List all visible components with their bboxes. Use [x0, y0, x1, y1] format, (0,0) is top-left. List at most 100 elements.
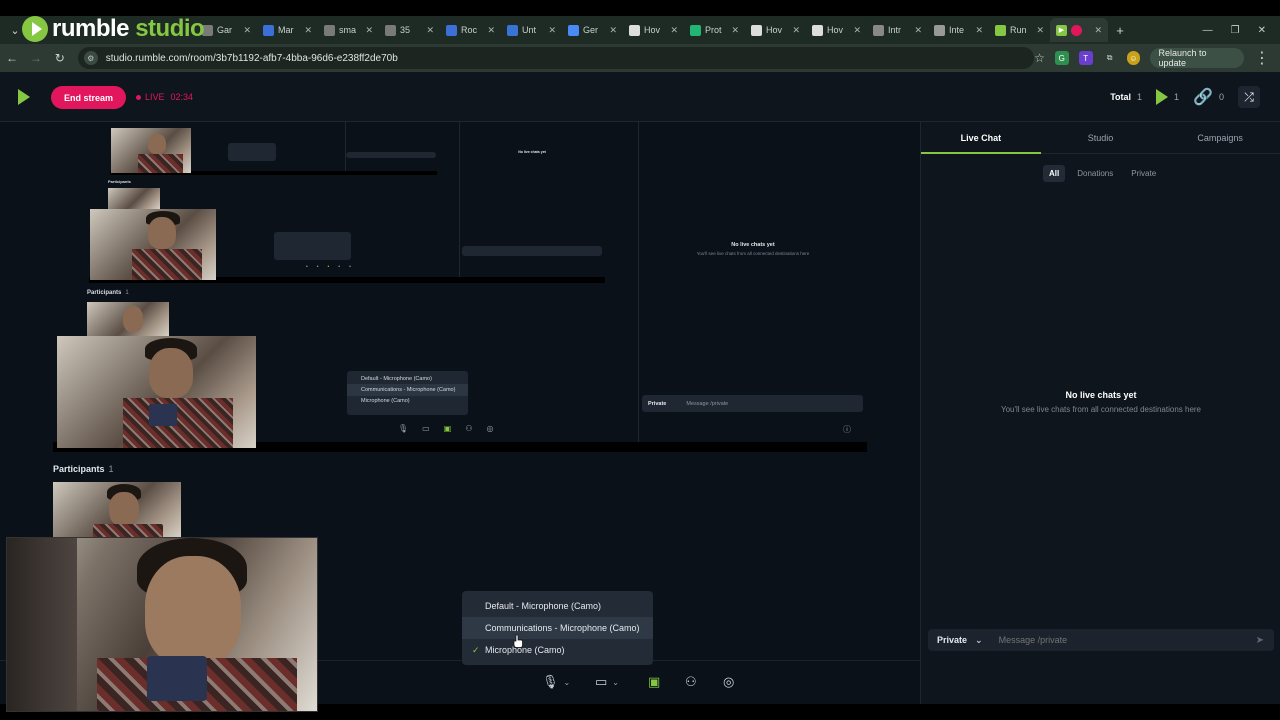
tab-close-icon[interactable]: ✕: [670, 25, 678, 36]
minimize-icon[interactable]: —: [1203, 25, 1213, 36]
browser-tab[interactable]: Mar ✕: [257, 18, 318, 42]
filter-all[interactable]: All: [1043, 165, 1066, 182]
browser-tab[interactable]: Gar ✕: [196, 18, 257, 42]
end-stream-button[interactable]: End stream: [51, 86, 126, 109]
tab-label: 35: [400, 25, 411, 35]
browser-tab[interactable]: Intr ✕: [867, 18, 928, 42]
logo-brand: rumble: [52, 15, 130, 42]
tab-close-icon[interactable]: ✕: [304, 25, 312, 36]
chat-target-select[interactable]: Private ⌄: [937, 635, 983, 646]
audio-settings-button[interactable]: ◎: [723, 674, 734, 690]
relaunch-button[interactable]: Relaunch to update: [1150, 48, 1244, 68]
device-option-default[interactable]: Default - Microphone (Camo): [462, 595, 653, 617]
live-timer: 02:34: [170, 92, 194, 102]
live-badge: LIVE 02:34: [136, 92, 193, 102]
tab-campaigns[interactable]: Campaigns: [1160, 122, 1280, 153]
browser-tab[interactable]: Ger ✕: [562, 18, 623, 42]
bookmark-star-icon[interactable]: ☆: [1034, 51, 1045, 65]
rumble-destinations[interactable]: 1: [1156, 89, 1179, 105]
participant-thumb[interactable]: [53, 482, 181, 538]
extensions-puzzle-icon[interactable]: ⧉: [1103, 51, 1117, 65]
browser-tab[interactable]: Hov ✕: [806, 18, 867, 42]
tab-close-icon[interactable]: ✕: [975, 25, 983, 36]
camera-icon: ▭: [595, 674, 608, 689]
tab-close-icon[interactable]: ✕: [1094, 25, 1102, 36]
mini-people-icon-3: ⚇: [465, 424, 473, 433]
microphone-control[interactable]: 🎙 ⌄: [542, 674, 570, 690]
rumble-count: 1: [1174, 92, 1180, 102]
shuffle-layout-icon[interactable]: ⤮: [1238, 86, 1260, 108]
device-option-camo-label: Microphone (Camo): [485, 645, 565, 655]
site-info-icon[interactable]: ⚙: [83, 51, 98, 65]
chevron-down-icon: ⌄: [975, 634, 983, 645]
grammarly-extension-icon[interactable]: G: [1054, 51, 1069, 65]
device-option-camo[interactable]: ✓ Microphone (Camo): [462, 639, 653, 661]
chevron-down-icon[interactable]: ⌄: [612, 678, 619, 687]
twitch-extension-icon[interactable]: T: [1078, 51, 1093, 65]
reload-icon[interactable]: ↻: [48, 51, 72, 65]
browser-tab[interactable]: 35 ✕: [379, 18, 440, 42]
stage-divider: [638, 122, 639, 452]
window-close-icon[interactable]: ✕: [1258, 25, 1266, 36]
browser-tab[interactable]: Hov ✕: [745, 18, 806, 42]
browser-tab[interactable]: Run ✕: [989, 18, 1050, 42]
tab-label: Run: [1010, 25, 1027, 35]
filter-donations[interactable]: Donations: [1071, 165, 1119, 182]
tab-label: Inte: [949, 25, 965, 35]
browser-menu-icon[interactable]: ⋮: [1254, 48, 1270, 68]
chevron-down-icon[interactable]: ⌄: [564, 678, 571, 687]
tab-close-icon[interactable]: ✕: [914, 25, 922, 36]
forward-icon[interactable]: →: [24, 51, 48, 65]
url-input[interactable]: ⚙ studio.rumble.com/room/3b7b1192-afb7-4…: [77, 47, 1035, 69]
chat-message-input[interactable]: [998, 635, 1219, 645]
tab-close-icon[interactable]: ✕: [487, 25, 495, 36]
tab-close-icon[interactable]: ✕: [243, 25, 251, 36]
link-destinations[interactable]: 🔗 0: [1193, 87, 1224, 107]
tab-close-icon[interactable]: ✕: [853, 25, 861, 36]
tab-close-icon[interactable]: ✕: [365, 25, 373, 36]
participants-label-3: Participants 1: [87, 290, 129, 296]
tab-live-chat[interactable]: Live Chat: [921, 122, 1041, 154]
chat-filters: All Donations Private: [1043, 165, 1162, 182]
chat-empty-state: No live chats yet You'll see live chats …: [921, 390, 1280, 414]
tab-close-icon[interactable]: ✕: [1036, 25, 1044, 36]
microphone-device-menu: Default - Microphone (Camo) Communicatio…: [462, 591, 653, 665]
screen-share-icon: ▣: [648, 674, 661, 689]
browser-tab[interactable]: Unt ✕: [501, 18, 562, 42]
studio-header: End stream LIVE 02:34 Total 1 1 🔗 0 ⤮: [0, 72, 1280, 122]
tab-close-icon[interactable]: ✕: [609, 25, 617, 36]
tab-label: Roc: [461, 25, 478, 35]
tab-studio[interactable]: Studio: [1041, 122, 1161, 153]
tab-favicon-icon: [263, 24, 274, 36]
browser-tab[interactable]: Inte ✕: [928, 18, 989, 42]
tab-label: Unt: [522, 25, 537, 35]
tab-close-icon[interactable]: ✕: [426, 25, 434, 36]
camera-control[interactable]: ▭ ⌄: [595, 674, 619, 690]
maximize-icon[interactable]: ❐: [1231, 25, 1240, 36]
back-icon[interactable]: ←: [0, 51, 24, 65]
link-count: 0: [1218, 92, 1224, 102]
live-dot-icon: [136, 94, 141, 100]
browser-tab[interactable]: Hov ✕: [623, 18, 684, 42]
tab-close-icon[interactable]: ✕: [548, 25, 556, 36]
tab-favicon-icon: [690, 24, 701, 36]
invite-guests-button[interactable]: ⚇: [685, 674, 697, 690]
browser-tab[interactable]: sma ✕: [318, 18, 379, 42]
profile-avatar[interactable]: ☺: [1126, 51, 1141, 65]
participants-label: Participants 1: [53, 464, 114, 474]
tab-label: sma: [339, 25, 357, 35]
check-icon: ✓: [472, 644, 480, 655]
address-bar-row: ← → ↻ ⚙ studio.rumble.com/room/3b7b1192-…: [0, 44, 1280, 72]
tab-close-icon[interactable]: ✕: [731, 25, 739, 36]
device-option-communications[interactable]: Communications - Microphone (Camo): [462, 617, 653, 639]
filter-private[interactable]: Private: [1125, 165, 1162, 182]
mini-private-3: Private: [648, 400, 667, 407]
new-tab-button[interactable]: +: [1108, 23, 1132, 38]
browser-tab[interactable]: Roc ✕: [440, 18, 501, 42]
tab-active-studio[interactable]: ▶ ✕: [1050, 18, 1108, 42]
browser-tab[interactable]: Prot ✕: [684, 18, 745, 42]
mini-menu-item-3-1: Communications - Microphone (Camo): [347, 384, 468, 396]
screen-share-button[interactable]: ▣: [648, 674, 660, 690]
tab-close-icon[interactable]: ✕: [792, 25, 800, 36]
send-icon[interactable]: ➤: [1256, 635, 1264, 646]
